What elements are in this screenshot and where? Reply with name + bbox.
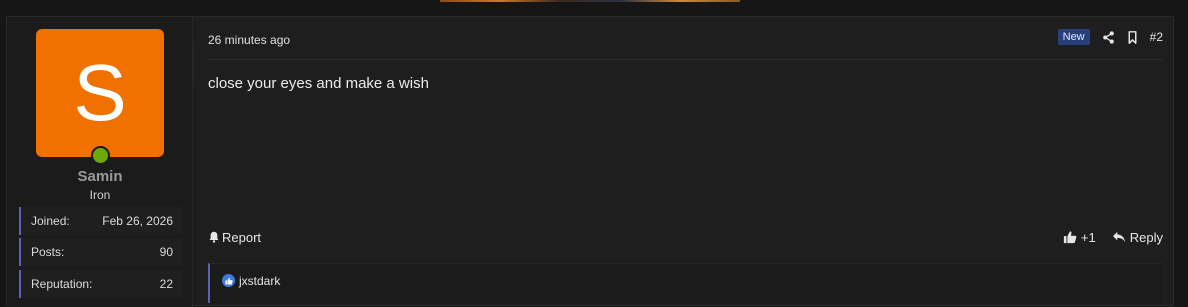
stat-reputation: Reputation: 22 [19,270,183,298]
stat-label: Joined: [31,214,70,228]
report-button[interactable]: Report [208,230,261,245]
post-timestamp[interactable]: 26 minutes ago [208,33,290,47]
bell-icon [209,231,219,243]
online-status-dot [91,146,110,165]
report-label: Report [222,229,262,245]
post-footer: Report +1 Reply [208,227,1163,247]
user-rank: Iron [89,188,111,202]
avatar-letter: S [73,48,127,137]
like-icon [222,274,235,287]
avatar[interactable]: S [36,29,164,157]
thumbs-up-icon [1063,231,1077,244]
like-button[interactable]: +1 [1063,230,1096,245]
stat-joined: Joined: Feb 26, 2026 [19,207,183,235]
new-badge: New [1057,29,1090,45]
like-count: +1 [1080,229,1096,245]
stat-posts: Posts: 90 [19,238,183,266]
stat-value: 22 [159,277,173,291]
reactions-bar: jxstdark [208,263,1163,303]
stat-label: Reputation: [31,277,93,291]
reply-icon [1112,231,1125,243]
header-divider [208,59,1163,60]
username[interactable]: Samin [7,168,193,185]
message-pointer [193,43,205,87]
footer-actions: +1 Reply [1063,230,1163,245]
share-icon[interactable] [1102,30,1115,44]
stat-value: 90 [159,245,173,259]
reply-button[interactable]: Reply [1112,230,1163,245]
post-header-actions: New #2 [1057,29,1163,45]
forum-post: S Samin Iron Joined: Feb 26, 2026 Posts:… [6,16,1174,307]
banner-strip [440,0,740,2]
reply-label: Reply [1129,229,1163,245]
bookmark-icon[interactable] [1127,30,1138,44]
post-number-link[interactable]: #2 [1150,30,1163,44]
user-sidebar: S Samin Iron Joined: Feb 26, 2026 Posts:… [7,17,193,307]
post-message: close your eyes and make a wish [208,75,429,92]
reaction-users-link[interactable]: jxstdark [239,274,280,288]
stat-value: Feb 26, 2026 [102,214,173,228]
stat-label: Posts: [31,245,65,259]
